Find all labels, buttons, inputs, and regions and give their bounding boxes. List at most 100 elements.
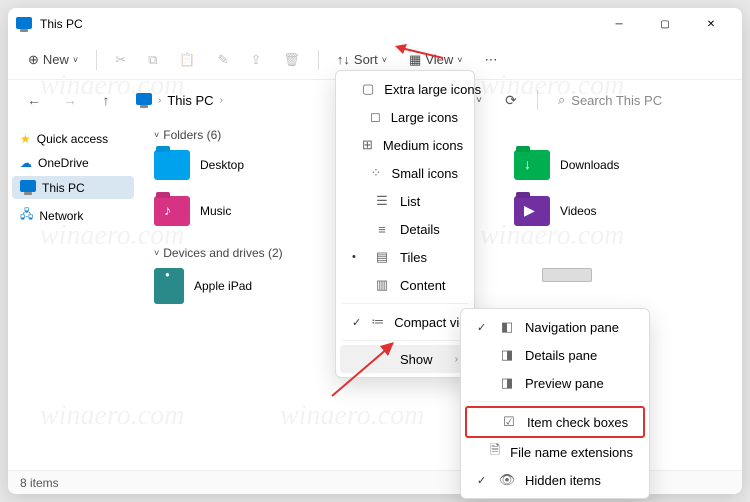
refresh-button[interactable]: ⟳ (497, 86, 525, 114)
chevron-right-icon: › (455, 354, 458, 365)
minimize-button[interactable]: ─ (596, 8, 642, 40)
folder-label: Videos (560, 204, 596, 218)
folder-videos[interactable]: ▶ Videos (514, 196, 619, 226)
sidebar-label: OneDrive (38, 156, 89, 170)
chevron-right-icon: › (158, 95, 161, 106)
star-icon: ★ (20, 132, 31, 146)
menu-item-check-boxes[interactable]: ☑Item check boxes (465, 406, 645, 438)
device-label: Apple iPad (194, 279, 252, 293)
new-label: New (43, 52, 69, 67)
menu-small-icons[interactable]: ⁘Small icons (340, 159, 470, 187)
ellipsis-icon: ⋯ (485, 52, 498, 68)
divider (537, 90, 538, 110)
pc-icon (20, 180, 36, 195)
rename-icon: ✎ (218, 52, 229, 68)
chevron-right-icon: › (220, 95, 223, 106)
paste-icon: 📋 (179, 52, 195, 68)
menu-list[interactable]: ☰List (340, 187, 470, 215)
up-button[interactable]: ↑ (92, 86, 120, 114)
show-submenu: ✓◧Navigation pane ◨Details pane ◨Preview… (460, 308, 650, 499)
menu-large-icons[interactable]: ◻Large icons (340, 103, 470, 131)
sidebar-label: Quick access (37, 132, 108, 146)
pane-icon: ◨ (499, 347, 515, 363)
item-count: 8 items (20, 476, 59, 490)
menu-extra-large-icons[interactable]: ▢Extra large icons (340, 75, 470, 103)
close-button[interactable]: ✕ (688, 8, 734, 40)
folder-label: Music (200, 204, 231, 218)
view-label: View (425, 52, 453, 67)
breadcrumb-item[interactable]: This PC (167, 93, 213, 108)
menu-hidden-items[interactable]: ✓👁Hidden items (465, 466, 645, 494)
search-placeholder: Search This PC (571, 93, 662, 108)
copy-button[interactable]: ⧉ (140, 48, 165, 72)
menu-preview-pane[interactable]: ◨Preview pane (465, 369, 645, 397)
folder-desktop[interactable]: Desktop (154, 150, 244, 180)
copy-icon: ⧉ (148, 52, 157, 68)
more-button[interactable]: ⋯ (477, 48, 506, 72)
menu-tiles[interactable]: •▤Tiles (340, 243, 470, 271)
back-button[interactable]: ← (20, 86, 48, 114)
share-icon: ⇪ (250, 52, 261, 68)
rename-button[interactable]: ✎ (210, 48, 237, 72)
sidebar-item-quick-access[interactable]: ★ Quick access (12, 128, 134, 150)
menu-show[interactable]: Show› (340, 345, 470, 373)
chevron-down-icon: ˅ (73, 55, 78, 65)
share-button[interactable]: ⇪ (242, 48, 269, 72)
search-icon: ⌕ (558, 92, 565, 108)
pane-icon: ◧ (499, 319, 515, 335)
grid-icon: ⊞ (362, 137, 373, 153)
cut-icon: ✂ (115, 52, 126, 68)
compact-icon: ≔ (371, 314, 384, 330)
delete-button[interactable]: 🗑 (275, 48, 308, 72)
folder-music[interactable]: ♪ Music (154, 196, 244, 226)
content-icon: ▥ (374, 277, 390, 293)
cloud-icon: ☁ (20, 156, 32, 170)
menu-navigation-pane[interactable]: ✓◧Navigation pane (465, 313, 645, 341)
maximize-button[interactable]: ▢ (642, 8, 688, 40)
sidebar-item-onedrive[interactable]: ☁ OneDrive (12, 152, 134, 174)
window-title: This PC (40, 17, 596, 31)
paste-button[interactable]: 📋 (171, 48, 203, 72)
tiles-icon: ▤ (374, 249, 390, 265)
new-button[interactable]: ⊕ New ˅ (20, 48, 86, 72)
menu-compact-view[interactable]: ✓≔Compact view (340, 308, 470, 336)
check-icon: • (352, 251, 364, 263)
menu-details-pane[interactable]: ◨Details pane (465, 341, 645, 369)
menu-medium-icons[interactable]: ⊞Medium icons (340, 131, 470, 159)
folder-icon (154, 150, 190, 180)
divider (96, 50, 97, 70)
folder-label: Desktop (200, 158, 244, 172)
search-input[interactable]: ⌕ Search This PC (550, 88, 730, 112)
grid-icon: ▢ (362, 81, 374, 97)
sidebar-label: This PC (42, 181, 85, 195)
view-menu: ▢Extra large icons ◻Large icons ⊞Medium … (335, 70, 475, 378)
titlebar: This PC ─ ▢ ✕ (8, 8, 742, 40)
sidebar-item-network[interactable]: 🖧 Network (12, 201, 134, 230)
sidebar-item-this-pc[interactable]: This PC (12, 176, 134, 199)
section-label: Devices and drives (2) (163, 246, 282, 260)
forward-button[interactable]: → (56, 86, 84, 114)
view-button[interactable]: ▦ View ˅ (401, 48, 471, 72)
eye-icon: 👁 (499, 472, 515, 488)
drive-bar[interactable] (542, 268, 592, 282)
navigation-pane: ★ Quick access ☁ OneDrive This PC 🖧 Netw… (8, 120, 138, 494)
menu-content[interactable]: ▥Content (340, 271, 470, 299)
pane-icon: ◨ (499, 375, 515, 391)
cut-button[interactable]: ✂ (107, 48, 134, 72)
sort-button[interactable]: ↑↓ Sort ˅ (329, 48, 395, 71)
folder-icon: ▶ (514, 196, 550, 226)
menu-details[interactable]: ≡Details (340, 215, 470, 243)
view-icon: ▦ (409, 52, 421, 68)
grid-icon: ⁘ (370, 165, 381, 181)
folder-downloads[interactable]: ↓ Downloads (514, 150, 619, 180)
checkbox-icon: ☑ (501, 414, 517, 430)
chevron-down-icon: ˅ (154, 130, 159, 140)
menu-file-name-extensions[interactable]: 🗎File name extensions (465, 438, 645, 466)
menu-separator (342, 303, 468, 304)
divider (318, 50, 319, 70)
chevron-down-icon: ˅ (154, 248, 159, 258)
chevron-down-icon: ˅ (382, 55, 387, 65)
check-icon: ✓ (477, 474, 489, 487)
menu-separator (342, 340, 468, 341)
device-ipad[interactable]: ● Apple iPad (154, 268, 252, 304)
